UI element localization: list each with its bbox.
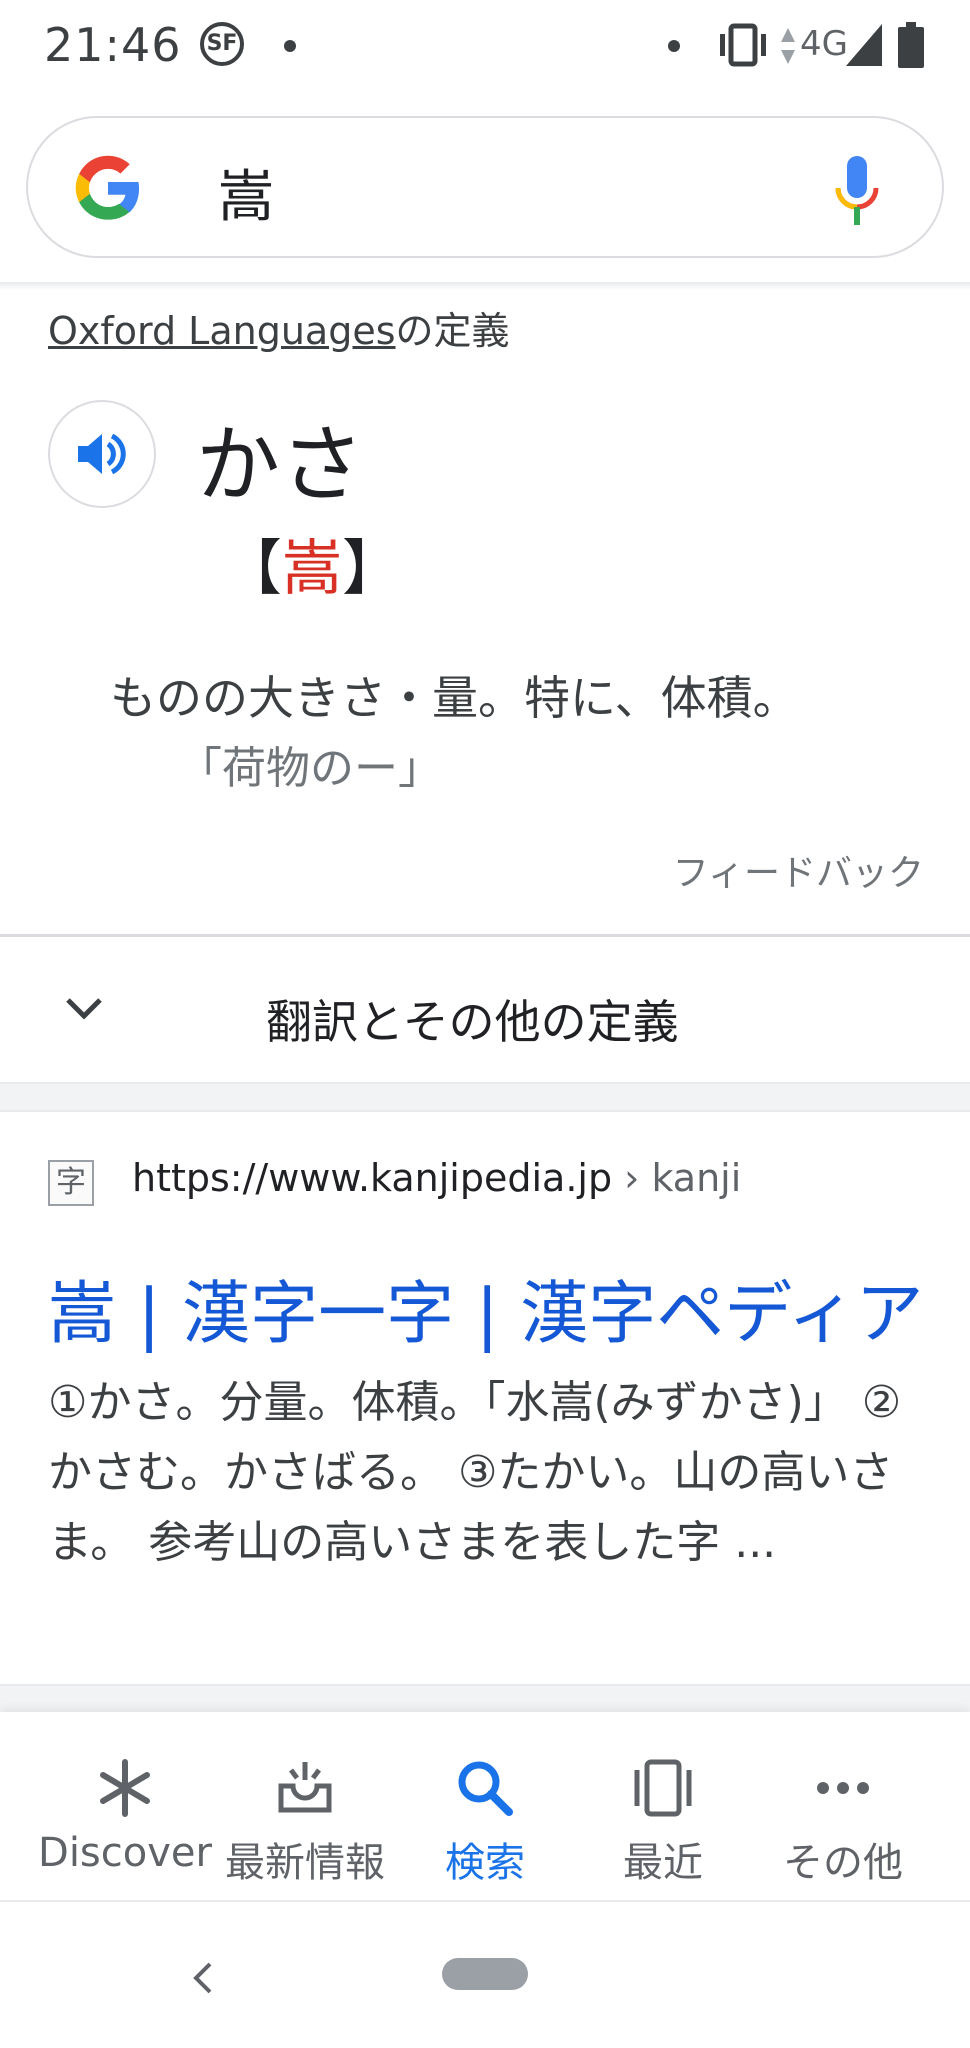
chevron-down-icon[interactable] [62, 994, 106, 1024]
nav-updates[interactable]: 最新情報 [210, 1756, 400, 1886]
section-gap [0, 1082, 970, 1112]
network-type: 4G [800, 24, 848, 64]
divider [0, 1900, 970, 1902]
section-gap [0, 1684, 970, 1714]
notification-dot-icon [284, 40, 296, 52]
pronunciation-button[interactable] [48, 400, 156, 508]
nav-label: 最新情報 [225, 1840, 385, 1886]
header-shadow [0, 282, 970, 290]
nav-search[interactable]: 検索 [390, 1756, 580, 1886]
definition-example: 「荷物のー」 [178, 743, 442, 794]
search-query[interactable]: 嵩 [218, 152, 274, 233]
search-box[interactable] [26, 116, 944, 258]
bracket-close: 】 [342, 534, 402, 604]
speaker-icon [78, 433, 126, 475]
result-url[interactable]: https://www.kanjipedia.jp › kanji [132, 1156, 741, 1200]
status-bar: 21:46 SF 4G [0, 0, 970, 96]
data-arrows-icon [781, 28, 795, 64]
battery-icon [898, 22, 924, 68]
definition-source-suffix: の定義 [395, 309, 510, 353]
nav-recent[interactable]: 最近 [568, 1756, 758, 1886]
bracket-open: 【 [222, 534, 282, 604]
oxford-languages-link[interactable]: Oxford Languages [48, 309, 396, 353]
divider [0, 934, 970, 937]
app-notification-icon: SF [200, 22, 244, 66]
more-icon [817, 1782, 869, 1794]
result-url-path: › kanji [612, 1156, 742, 1200]
result-snippet: ①かさ。分量。体積。「水嵩(みずかさ)」 ②かさむ。かさばる。 ③たかい。山の高… [48, 1377, 902, 1568]
status-time: 21:46 [44, 18, 182, 72]
headword-kanji: 【嵩】 [222, 520, 402, 607]
result-title-link[interactable]: 嵩 | 漢字一字 | 漢字ペディア [48, 1258, 924, 1357]
updates-icon [278, 1762, 332, 1813]
nav-more[interactable]: その他 [748, 1756, 938, 1886]
result-url-domain: https://www.kanjipedia.jp [132, 1156, 613, 1200]
home-pill[interactable] [442, 1958, 528, 1990]
definition-meaning: ものの大きさ・量。特に、体積。 [110, 671, 799, 725]
vibrate-icon [720, 23, 766, 67]
mic-icon[interactable] [832, 154, 882, 230]
nav-label: Discover [38, 1830, 212, 1876]
more-definitions-button[interactable]: 翻訳とその他の定義 [266, 986, 679, 1052]
nav-discover[interactable]: Discover [30, 1756, 220, 1886]
feedback-link[interactable]: フィードバック [673, 844, 924, 896]
kanji-char: 嵩 [282, 534, 342, 604]
google-g-logo [75, 155, 140, 220]
back-icon[interactable] [188, 1958, 216, 1998]
site-favicon: 字 [48, 1160, 94, 1206]
nav-label: 最近 [623, 1840, 703, 1886]
notification-dot-icon [668, 40, 680, 52]
headword: かさ [196, 416, 365, 514]
definition-source: Oxford Languagesの定義 [48, 300, 510, 355]
search-icon [458, 1761, 513, 1816]
asterisk-icon [100, 1759, 150, 1817]
signal-icon [846, 24, 882, 66]
nav-label: 検索 [445, 1840, 525, 1886]
recent-icon [634, 1759, 692, 1817]
nav-label: その他 [783, 1840, 903, 1886]
